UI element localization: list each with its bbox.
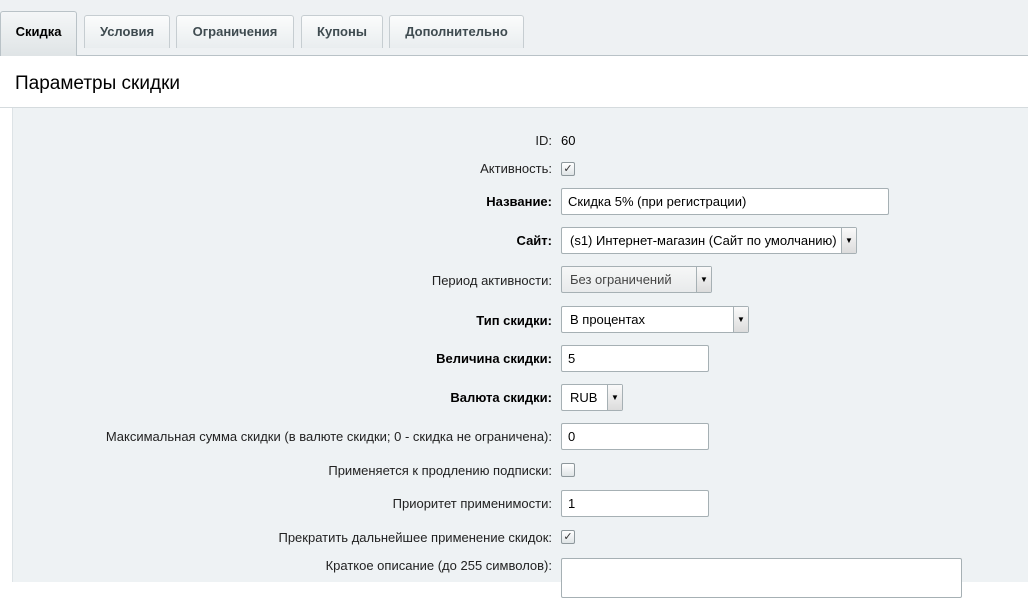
name-input[interactable]: Скидка 5% (при регистрации) — [561, 188, 889, 215]
tab-coupons[interactable]: Купоны — [301, 15, 383, 48]
chevron-down-icon: ▼ — [841, 228, 856, 253]
period-select[interactable]: Без ограничений ▼ — [561, 266, 712, 293]
discount-value-label: Величина скидки: — [436, 351, 552, 366]
site-select-value: (s1) Интернет-магазин (Сайт по умолчанию… — [570, 233, 837, 248]
site-select[interactable]: (s1) Интернет-магазин (Сайт по умолчанию… — [561, 227, 857, 254]
checkmark-icon: ✓ — [563, 531, 573, 543]
renewal-checkbox[interactable] — [561, 463, 575, 477]
discount-type-select[interactable]: В процентах ▼ — [561, 306, 749, 333]
id-value: 60 — [561, 133, 576, 148]
site-label: Сайт: — [516, 233, 552, 248]
discount-value-input[interactable]: 5 — [561, 345, 709, 372]
chevron-down-icon: ▼ — [733, 307, 748, 332]
tab-bar: Скидка Условия Ограничения Купоны Дополн… — [0, 0, 1028, 56]
tab-discount[interactable]: Скидка — [0, 11, 77, 56]
max-sum-label: Максимальная сумма скидки (в валюте скид… — [105, 429, 552, 444]
tab-additional[interactable]: Дополнительно — [389, 15, 524, 48]
short-desc-textarea[interactable] — [561, 558, 962, 598]
currency-value: RUB — [570, 390, 598, 405]
name-label: Название: — [486, 194, 552, 209]
priority-input[interactable]: 1 — [561, 490, 709, 517]
discount-type-value: В процентах — [570, 312, 646, 327]
active-label: Активность: — [480, 161, 552, 176]
stop-further-label: Прекратить дальнейшее применение скидок: — [278, 530, 552, 545]
section-title: Параметры скидки — [15, 73, 180, 94]
currency-select[interactable]: RUB ▼ — [561, 384, 623, 411]
chevron-down-icon: ▼ — [696, 267, 711, 292]
section-header: Параметры скидки — [0, 56, 1028, 108]
period-label: Период активности: — [431, 273, 552, 288]
max-sum-input[interactable]: 0 — [561, 423, 709, 450]
priority-label: Приоритет применимости: — [392, 496, 552, 511]
chevron-down-icon: ▼ — [607, 385, 622, 410]
tab-conditions[interactable]: Условия — [84, 15, 170, 48]
stop-further-checkbox[interactable]: ✓ — [561, 530, 575, 544]
discount-type-label: Тип скидки: — [476, 313, 552, 328]
short-desc-label: Краткое описание (до 255 символов): — [325, 558, 552, 573]
checkmark-icon: ✓ — [563, 163, 573, 175]
period-select-value: Без ограничений — [570, 272, 672, 287]
id-label: ID: — [535, 133, 552, 148]
active-checkbox[interactable]: ✓ — [561, 162, 575, 176]
renewal-label: Применяется к продлению подписки: — [328, 463, 552, 478]
currency-label: Валюта скидки: — [450, 390, 552, 405]
tab-restrictions[interactable]: Ограничения — [176, 15, 294, 48]
